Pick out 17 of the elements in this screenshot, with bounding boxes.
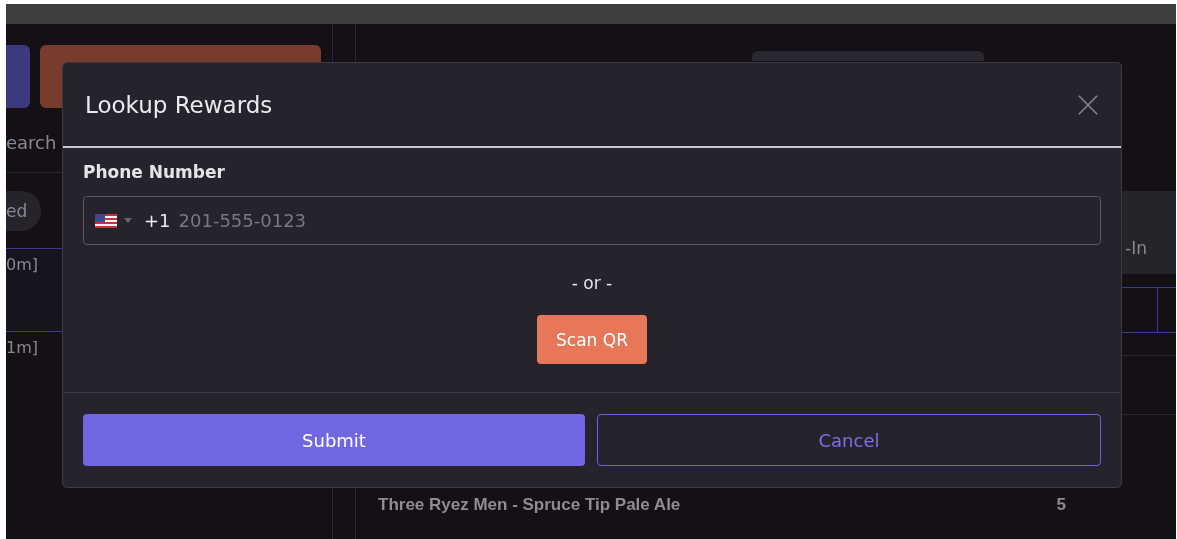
close-icon[interactable] <box>1077 93 1099 116</box>
phone-field[interactable]: +1 201-555-0123 <box>83 196 1101 245</box>
dialog-title: Lookup Rewards <box>85 91 273 118</box>
phone-input[interactable]: 201-555-0123 <box>176 209 1100 232</box>
search-label: earch <box>6 131 57 153</box>
filter-pill[interactable]: ed <box>6 190 42 231</box>
field-label: Phone Number <box>83 162 225 182</box>
flag-icon[interactable] <box>95 213 117 228</box>
item-name: Three Ryez Men - Spruce Tip Pale Ale <box>378 495 681 515</box>
separator-text: - or - <box>571 273 613 293</box>
country-code: +1 <box>144 210 171 231</box>
submit-button[interactable]: Submit <box>83 414 585 466</box>
caret-icon[interactable] <box>124 218 132 223</box>
cancel-button[interactable]: Cancel <box>597 414 1101 466</box>
scan-qr-button[interactable]: Scan QR <box>537 315 647 364</box>
item-quantity: 5 <box>1056 495 1066 515</box>
column-header: -In <box>1125 238 1147 258</box>
